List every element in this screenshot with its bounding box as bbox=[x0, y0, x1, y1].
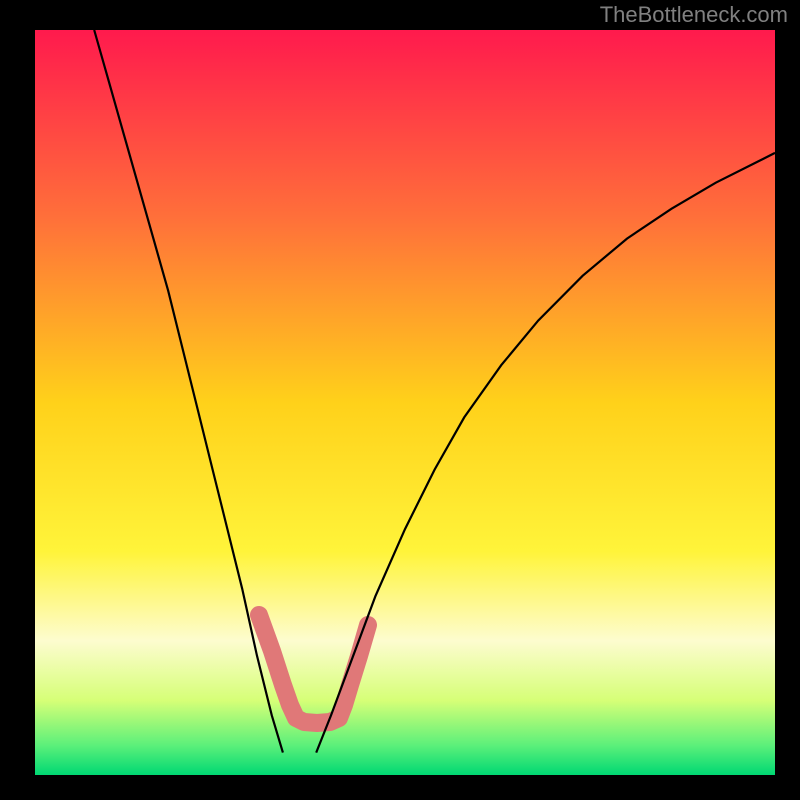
bottleneck-chart bbox=[0, 0, 800, 800]
gradient-background bbox=[35, 30, 775, 775]
chart-frame: { "attribution": "TheBottleneck.com", "c… bbox=[0, 0, 800, 800]
attribution-text: TheBottleneck.com bbox=[600, 2, 788, 28]
